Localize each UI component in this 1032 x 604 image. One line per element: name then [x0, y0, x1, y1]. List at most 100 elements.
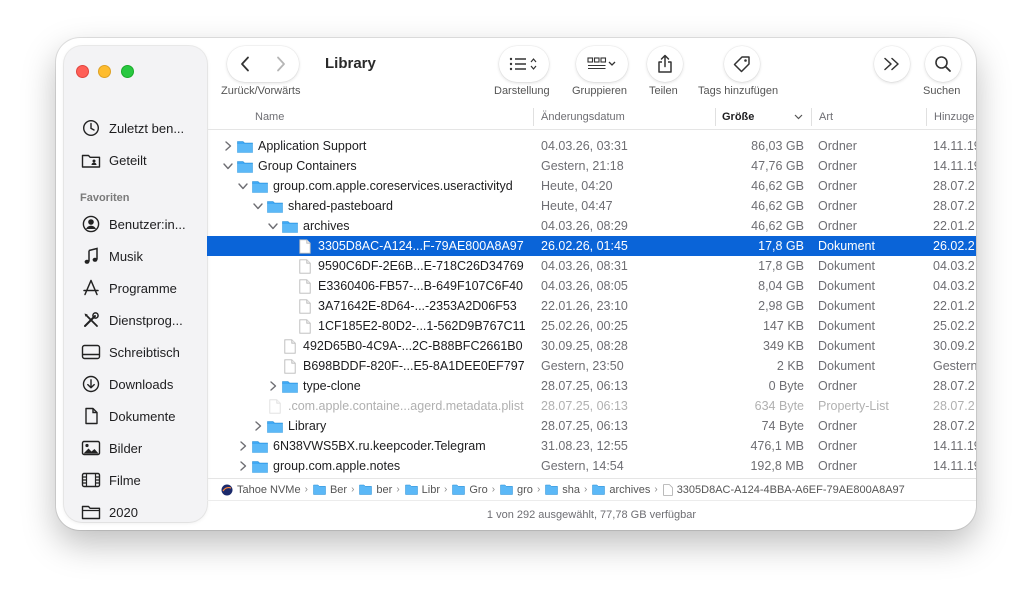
- share-icon: [658, 54, 672, 73]
- column-divider[interactable]: [926, 108, 927, 126]
- sidebar-item-user[interactable]: Benutzer:in...: [80, 212, 204, 236]
- minimize-button[interactable]: [98, 65, 111, 78]
- item-added: 22.01.2: [933, 299, 975, 313]
- disclosure-open-icon[interactable]: [266, 222, 280, 230]
- folder-row[interactable]: group.com.apple.notes Gestern, 14:54 192,8…: [207, 456, 976, 476]
- file-row[interactable]: .com.apple.containe...agerd.metadata.pli…: [207, 396, 976, 416]
- share-label: Teilen: [649, 85, 678, 97]
- file-list: Application Support 04.03.26, 03:31 86,03 …: [207, 136, 976, 476]
- sidebar-item-label: Geteilt: [109, 152, 147, 168]
- disclosure-open-icon[interactable]: [251, 202, 265, 210]
- item-size: 46,62 GB: [751, 179, 804, 193]
- path-segment[interactable]: sha: [545, 484, 580, 496]
- path-segment[interactable]: archives: [592, 484, 650, 496]
- file-row[interactable]: 492D65B0-4C9A-...2C-B88BFC2661B0 30.09.25…: [207, 336, 976, 356]
- folder-row[interactable]: 6N38VWS5BX.ru.keepcoder.Telegram 31.08.23…: [207, 436, 976, 456]
- name-cell: 3A71642E-8D64-...-2353A2D06F53: [281, 298, 517, 314]
- sidebar-item-desktop[interactable]: Schreibtisch: [80, 340, 204, 364]
- sidebar-item-pictures[interactable]: Bilder: [80, 436, 204, 460]
- column-header-size[interactable]: Größe: [722, 111, 754, 123]
- disclosure-open-icon[interactable]: [221, 162, 235, 170]
- file-row[interactable]: 1CF185E2-80D2-...1-562D9B767C11 25.02.26,…: [207, 316, 976, 336]
- file-row[interactable]: 3305D8AC-A124...F-79AE800A8A97 26.02.26, …: [207, 236, 976, 256]
- name-cell: .com.apple.containe...agerd.metadata.pli…: [251, 398, 524, 414]
- sidebar-item-shared[interactable]: Geteilt: [80, 148, 204, 172]
- item-kind: Dokument: [818, 299, 875, 313]
- item-kind: Dokument: [818, 279, 875, 293]
- zoom-button[interactable]: [121, 65, 134, 78]
- path-segment[interactable]: Gro: [452, 483, 488, 496]
- sidebar-item-documents[interactable]: Dokumente: [80, 404, 204, 428]
- file-row[interactable]: B698BDDF-820F-...E5-8A1DEE0EF797 Gestern,…: [207, 356, 976, 376]
- item-date: 31.08.23, 12:55: [541, 439, 628, 453]
- folder-row[interactable]: archives 04.03.26, 08:29 46,62 GB Ordner 22.…: [207, 216, 976, 236]
- disclosure-closed-icon[interactable]: [251, 421, 265, 431]
- folder-row[interactable]: group.com.apple.coreservices.useractivit…: [207, 176, 976, 196]
- item-kind: Ordner: [818, 379, 857, 393]
- sidebar: Zuletzt ben... Geteilt Favoriten Benutze…: [64, 46, 207, 522]
- tags-button[interactable]: [724, 46, 760, 82]
- column-divider[interactable]: [811, 108, 812, 126]
- path-segment-label: Gro: [469, 483, 488, 496]
- column-header-kind[interactable]: Art: [819, 111, 833, 123]
- search-button[interactable]: [925, 46, 961, 82]
- path-segment[interactable]: gro: [500, 484, 533, 496]
- group-button[interactable]: [576, 46, 628, 82]
- item-name: type-clone: [303, 379, 361, 393]
- item-added: 14.11.19: [933, 139, 976, 153]
- folder-row[interactable]: Library 28.07.25, 06:13 74 Byte Ordner 28.07…: [207, 416, 976, 436]
- file-row[interactable]: 9590C6DF-2E6B...E-718C26D34769 04.03.26, …: [207, 256, 976, 276]
- close-button[interactable]: [76, 65, 89, 78]
- folder-row[interactable]: Application Support 04.03.26, 03:31 86,03 …: [207, 136, 976, 156]
- item-size: 8,04 GB: [758, 279, 804, 293]
- window-title: Library: [325, 55, 376, 72]
- column-divider[interactable]: [533, 108, 534, 126]
- disclosure-closed-icon[interactable]: [221, 141, 235, 151]
- sidebar-item-applications[interactable]: Programme: [80, 276, 204, 300]
- folder-icon: [313, 484, 326, 495]
- file-icon: [297, 318, 313, 334]
- disclosure-closed-icon[interactable]: [236, 461, 250, 471]
- folder-row[interactable]: Group Containers Gestern, 21:18 47,76 GB Or…: [207, 156, 976, 176]
- disclosure-closed-icon[interactable]: [266, 381, 280, 391]
- sidebar-item-recents[interactable]: Zuletzt ben...: [80, 116, 204, 140]
- file-row[interactable]: 3A71642E-8D64-...-2353A2D06F53 22.01.26, …: [207, 296, 976, 316]
- folder-row[interactable]: shared-pasteboard Heute, 04:47 46,62 GB Ord…: [207, 196, 976, 216]
- column-divider[interactable]: [715, 108, 716, 126]
- view-options-button[interactable]: [499, 46, 549, 82]
- disclosure-open-icon[interactable]: [236, 182, 250, 190]
- item-name: 6N38VWS5BX.ru.keepcoder.Telegram: [273, 439, 486, 453]
- item-date: Heute, 04:47: [541, 199, 613, 213]
- item-size: 86,03 GB: [751, 139, 804, 153]
- path-segment[interactable]: 3305D8AC-A124-4BBA-A6EF-79AE800A8A97: [662, 484, 905, 496]
- path-segment[interactable]: ber: [359, 484, 392, 496]
- sidebar-item-downloads[interactable]: Downloads: [80, 372, 204, 396]
- folder-row[interactable]: type-clone 28.07.25, 06:13 0 Byte Ordner 28.…: [207, 376, 976, 396]
- item-kind: Ordner: [818, 419, 857, 433]
- column-header-added[interactable]: Hinzuge: [934, 111, 974, 123]
- clock-icon: [80, 118, 102, 138]
- sort-chevron-down-icon[interactable]: [794, 114, 803, 120]
- sidebar-item-music[interactable]: Musik: [80, 244, 204, 268]
- file-row[interactable]: E3360406-FB57-...B-649F107C6F40 04.03.26,…: [207, 276, 976, 296]
- back-button[interactable]: [227, 56, 263, 72]
- sidebar-item-movies[interactable]: Filme: [80, 468, 204, 492]
- tags-label: Tags hinzufügen: [698, 85, 779, 97]
- path-segment[interactable]: Libr: [404, 484, 440, 496]
- path-segment[interactable]: Ber: [313, 484, 347, 496]
- item-added: Gestern: [933, 359, 976, 373]
- disclosure-closed-icon[interactable]: [236, 441, 250, 451]
- item-added: 28.07.2: [933, 179, 975, 193]
- share-button[interactable]: [647, 46, 683, 82]
- item-kind: Ordner: [818, 439, 857, 453]
- name-cell: 3305D8AC-A124...F-79AE800A8A97: [281, 238, 524, 254]
- forward-button[interactable]: [263, 56, 299, 72]
- item-size: 17,8 GB: [758, 259, 804, 273]
- folder-icon: [252, 439, 268, 453]
- sidebar-item-2020[interactable]: 2020: [80, 500, 204, 524]
- more-toolbar-button[interactable]: [874, 46, 910, 82]
- sidebar-item-utilities[interactable]: Dienstprog...: [80, 308, 204, 332]
- path-segment[interactable]: Tahoe NVMe: [221, 484, 301, 496]
- column-header-date[interactable]: Änderungsdatum: [541, 111, 625, 123]
- column-header-name[interactable]: Name: [255, 111, 284, 123]
